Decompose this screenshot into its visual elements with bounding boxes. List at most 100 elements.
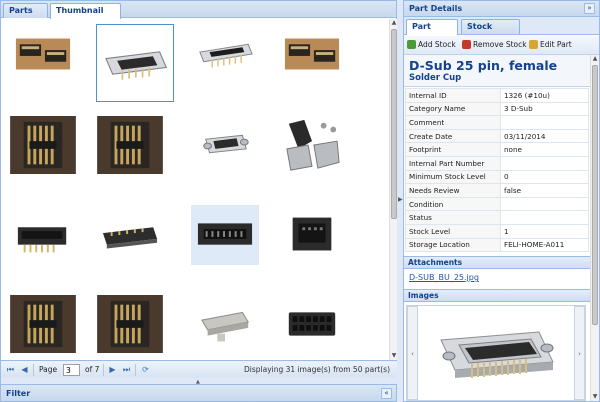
scroll-down-icon[interactable]: ▼ xyxy=(591,393,599,401)
property-key: Comment xyxy=(405,115,501,130)
property-value xyxy=(500,155,589,171)
tab-part-details[interactable]: Part Details xyxy=(406,19,458,45)
thumbnail-box-header-1[interactable] xyxy=(9,205,77,265)
property-value: FELI-HOME-A011 xyxy=(500,237,589,253)
page-count-label: of 7 xyxy=(85,365,100,374)
prev-page-icon[interactable]: ◀ xyxy=(19,364,30,375)
property-key: Create Date xyxy=(405,128,501,144)
remove-stock-icon xyxy=(462,40,471,49)
attachments-header: Attachments xyxy=(404,256,590,270)
attachment-link[interactable]: D-SUB_BU_25.jpg xyxy=(409,273,479,282)
filter-title: Filter xyxy=(6,389,31,398)
details-scrollbar[interactable]: ▲ ▼ xyxy=(590,55,599,401)
edit-part-label: Edit Part xyxy=(540,40,572,49)
thumbnail-header-photo[interactable] xyxy=(9,115,77,175)
part-description: Solder Cup xyxy=(409,73,462,83)
thumbnail-grid xyxy=(1,19,388,360)
thumbnail-female-socket[interactable] xyxy=(278,294,346,354)
thumbnail-image xyxy=(199,43,253,68)
splitter-arrow-icon[interactable]: ▶ xyxy=(398,196,403,203)
thumbnail-header-photo-2[interactable] xyxy=(96,115,164,175)
property-value: 03/11/2014 xyxy=(500,128,589,144)
thumbnail-dsub25-male-render[interactable] xyxy=(191,24,259,84)
thumbnail-image xyxy=(17,227,67,253)
property-row: Status xyxy=(405,210,589,225)
property-row: Footprint none xyxy=(405,142,589,157)
thumbnail-image xyxy=(10,116,76,174)
details-body: D-Sub 25 pin, female Solder Cup Internal… xyxy=(404,55,590,401)
thumbnail-dsub9-render[interactable] xyxy=(191,115,259,175)
thumbnail-box-header-3[interactable] xyxy=(278,205,346,265)
scrollbar-thumb[interactable] xyxy=(592,65,598,325)
details-toolbar: Add Stock Remove Stock Edit Part xyxy=(404,36,599,55)
thumbnail-image xyxy=(102,227,158,249)
tab-parts-list[interactable]: Parts List xyxy=(3,3,48,29)
thumbnail-image xyxy=(10,295,76,353)
property-row: Comment xyxy=(405,115,589,130)
property-row: Stock Level 1 xyxy=(405,223,589,239)
carousel-next-button[interactable]: › xyxy=(574,306,585,401)
thumbnail-dsub25-female-render[interactable] xyxy=(96,24,174,102)
thumbnail-image xyxy=(105,51,168,80)
thumbnail-ribbon-socket[interactable] xyxy=(191,294,259,354)
thumbnail-dsub-hoods-photo[interactable] xyxy=(278,115,346,175)
refresh-icon[interactable]: ⟳ xyxy=(140,364,151,375)
part-image[interactable] xyxy=(421,310,571,396)
property-key: Needs Review xyxy=(405,183,501,198)
thumbnail-idc-connector[interactable] xyxy=(96,205,164,265)
property-key: Storage Location xyxy=(405,237,501,253)
next-page-icon[interactable]: ▶ xyxy=(107,364,118,375)
remove-stock-label: Remove Stock xyxy=(473,40,527,49)
thumbnail-header-photo-3[interactable] xyxy=(9,294,77,354)
property-value xyxy=(500,210,589,225)
remove-stock-button[interactable]: Remove Stock xyxy=(462,40,527,49)
property-key: Internal Part Number xyxy=(405,155,501,171)
expand-filter-icon[interactable]: « xyxy=(381,388,392,399)
thumbnail-image xyxy=(197,223,253,245)
collapse-panel-icon[interactable]: » xyxy=(584,3,595,14)
toolbar-separator xyxy=(135,364,136,376)
page-number-input[interactable] xyxy=(63,364,80,376)
scroll-up-icon[interactable]: ▲ xyxy=(591,55,599,63)
panel-title: Part Details xyxy=(409,4,463,13)
property-key: Internal ID xyxy=(405,88,501,103)
property-value: false xyxy=(500,183,589,198)
last-page-icon[interactable]: ⏭ xyxy=(121,364,132,375)
filter-panel-header[interactable]: Filter « xyxy=(0,384,397,402)
part-details-panel: Part Details » Part Details Stock Histor… xyxy=(403,0,600,402)
property-row: Needs Review false xyxy=(405,183,589,198)
tab-thumbnail-view[interactable]: Thumbnail View xyxy=(50,3,121,29)
carousel-prev-button[interactable]: ‹ xyxy=(407,306,418,401)
first-page-icon[interactable]: ⏮ xyxy=(5,364,16,375)
add-stock-icon xyxy=(407,40,416,49)
thumbnail-box-header-2[interactable] xyxy=(191,205,259,265)
tab-stock-history[interactable]: Stock History xyxy=(461,19,520,45)
property-value xyxy=(500,115,589,130)
thumbnail-header-photo-4[interactable] xyxy=(96,294,164,354)
edit-part-button[interactable]: Edit Part xyxy=(529,40,572,49)
part-details-header: Part Details » xyxy=(404,1,599,17)
property-key: Category Name xyxy=(405,101,501,117)
thumbnail-image xyxy=(279,116,345,174)
images-header: Images xyxy=(404,289,590,303)
toolbar-separator xyxy=(33,364,34,376)
thumbnail-image xyxy=(97,295,163,353)
property-value: 1 xyxy=(500,223,589,239)
thumbnail-image xyxy=(279,25,345,83)
property-key: Status xyxy=(405,210,501,225)
property-key: Stock Level xyxy=(405,223,501,239)
property-row: Minimum Stock Level 0 xyxy=(405,169,589,185)
add-stock-button[interactable]: Add Stock xyxy=(407,40,456,49)
thumbnail-dsub-pair-photo-2[interactable] xyxy=(278,24,346,84)
thumbnail-dsub-pair-photo[interactable] xyxy=(9,24,77,84)
thumbnail-image xyxy=(203,134,249,154)
property-value: none xyxy=(500,142,589,157)
attachments-list: D-SUB_BU_25.jpg xyxy=(404,269,590,289)
edit-part-icon xyxy=(529,40,538,49)
display-message: Displaying 31 image(s) from 50 part(s) xyxy=(244,365,390,374)
properties-table: Internal ID 1326 (#10u) Category Name 3 D-S… xyxy=(405,88,589,253)
thumbnail-image xyxy=(288,312,336,336)
property-row: Category Name 3 D-Sub xyxy=(405,101,589,117)
property-value: 3 D-Sub xyxy=(500,101,589,117)
property-value: 0 xyxy=(500,169,589,185)
